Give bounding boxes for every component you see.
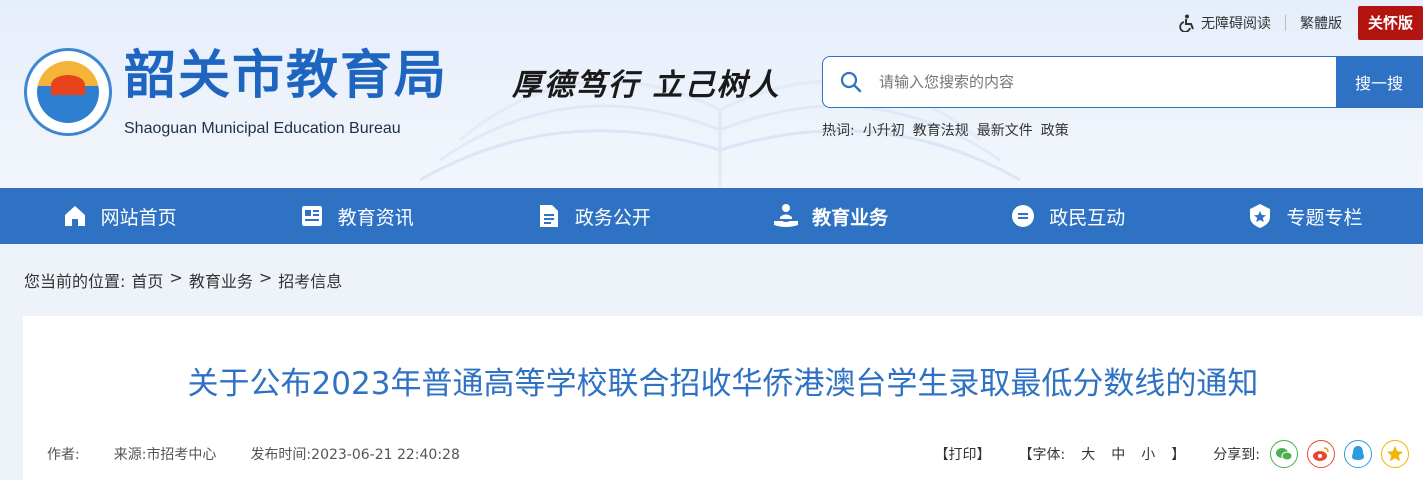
nav-item-news[interactable]: 教育资讯 (237, 188, 474, 244)
traditional-chinese-link[interactable]: 繁體版 (1300, 13, 1342, 33)
breadcrumb-separator: > (169, 268, 183, 287)
font-size-controls: 【字体: 大 中 小 】 (1019, 444, 1186, 464)
hot-word-link[interactable]: 教育法规 (913, 120, 969, 140)
hot-words-label: 热词: (822, 123, 855, 139)
font-size-small[interactable]: 小 (1141, 444, 1155, 464)
qzone-star-icon[interactable] (1381, 440, 1409, 468)
source-value: 市招考中心 (146, 447, 217, 463)
nav-item-education-business[interactable]: 教育业务 (712, 188, 949, 244)
nav-label: 教育业务 (812, 206, 889, 229)
nav-label: 教育资讯 (337, 206, 414, 229)
service-hand-icon (772, 202, 800, 230)
breadcrumb-separator: > (258, 268, 273, 287)
main-nav: 网站首页 教育资讯 政务公开 教育业务 政民互动 专题专栏 (0, 188, 1423, 244)
newspaper-icon (298, 202, 326, 230)
font-size-large[interactable]: 大 (1081, 444, 1095, 464)
site-header: 无障碍阅读 繁體版 关怀版 韶关市教育局 Shaoguan Municipal … (0, 0, 1423, 188)
search-box: 搜一搜 (822, 56, 1423, 108)
accessibility-link[interactable]: 无障碍阅读 (1179, 13, 1271, 33)
star-badge-icon (1246, 202, 1274, 230)
published-value: 2023-06-21 22:40:28 (311, 447, 460, 463)
wheelchair-icon (1179, 14, 1194, 32)
published-label: 发布时间: (250, 447, 312, 463)
document-icon (535, 202, 563, 230)
nav-item-home[interactable]: 网站首页 (0, 188, 237, 244)
breadcrumb-link-home[interactable]: 首页 (131, 268, 163, 292)
nav-label: 专题专栏 (1286, 206, 1363, 229)
nav-item-interaction[interactable]: 政民互动 (949, 188, 1186, 244)
source-info: 来源:市招考中心 (114, 444, 217, 464)
breadcrumb-prefix: 您当前的位置: (24, 272, 126, 291)
nav-label: 政民互动 (1049, 206, 1126, 229)
article-panel: 关于公布2023年普通高等学校联合招收华侨港澳台学生录取最低分数线的通知 作者:… (23, 316, 1423, 480)
print-button[interactable]: 【打印】 (935, 444, 991, 464)
article-title: 关于公布2023年普通高等学校联合招收华侨港澳台学生录取最低分数线的通知 (187, 366, 1259, 402)
nav-label: 政务公开 (574, 206, 651, 229)
site-title[interactable]: 韶关市教育局 (124, 44, 448, 108)
site-motto: 厚德笃行 立己树人 (512, 68, 781, 103)
site-subtitle: Shaoguan Municipal Education Bureau (124, 120, 401, 137)
nav-label: 网站首页 (100, 206, 177, 229)
chat-bubble-icon (1009, 202, 1037, 230)
search-input[interactable] (879, 73, 1319, 91)
qq-icon[interactable] (1344, 440, 1372, 468)
search-button[interactable]: 搜一搜 (1336, 56, 1422, 108)
logo-emblem (37, 61, 99, 123)
search-icon (823, 71, 879, 93)
home-icon (61, 202, 89, 230)
care-mode-button[interactable]: 关怀版 (1357, 6, 1423, 40)
nav-item-government-affairs[interactable]: 政务公开 (474, 188, 711, 244)
share-buttons (1270, 440, 1409, 468)
author-label: 作者: (47, 447, 80, 463)
breadcrumb: 您当前的位置: 首页 > 教育业务 > 招考信息 (24, 268, 342, 292)
hot-words: 热词: 小升初 教育法规 最新文件 政策 (822, 120, 1069, 140)
traditional-label: 繁體版 (1299, 16, 1342, 32)
font-size-close-bracket: 】 (1171, 447, 1186, 463)
publish-info: 发布时间:2023-06-21 22:40:28 (250, 444, 459, 464)
hot-word-link[interactable]: 最新文件 (977, 120, 1033, 140)
bureau-logo[interactable] (24, 48, 112, 136)
hot-word-link[interactable]: 小升初 (863, 120, 905, 140)
font-size-label: 【字体: (1018, 447, 1066, 463)
article-meta: 作者: 来源:市招考中心 发布时间:2023-06-21 22:40:28 (47, 444, 494, 464)
wechat-icon[interactable] (1270, 440, 1298, 468)
top-utility-bar: 无障碍阅读 繁體版 关怀版 (1179, 6, 1423, 40)
divider (1284, 15, 1286, 31)
article-tools: 【打印】 【字体: 大 中 小 】 分享到: (935, 440, 1409, 468)
source-label: 来源: (113, 447, 147, 463)
breadcrumb-link-education-business[interactable]: 教育业务 (189, 268, 253, 292)
share-label: 分享到: (1213, 447, 1260, 463)
weibo-icon[interactable] (1307, 440, 1335, 468)
font-size-medium[interactable]: 中 (1111, 444, 1125, 464)
hot-word-link[interactable]: 政策 (1041, 120, 1069, 140)
nav-item-special-topics[interactable]: 专题专栏 (1186, 188, 1423, 244)
accessibility-label: 无障碍阅读 (1200, 16, 1271, 32)
breadcrumb-link-exam-info[interactable]: 招考信息 (278, 268, 342, 292)
